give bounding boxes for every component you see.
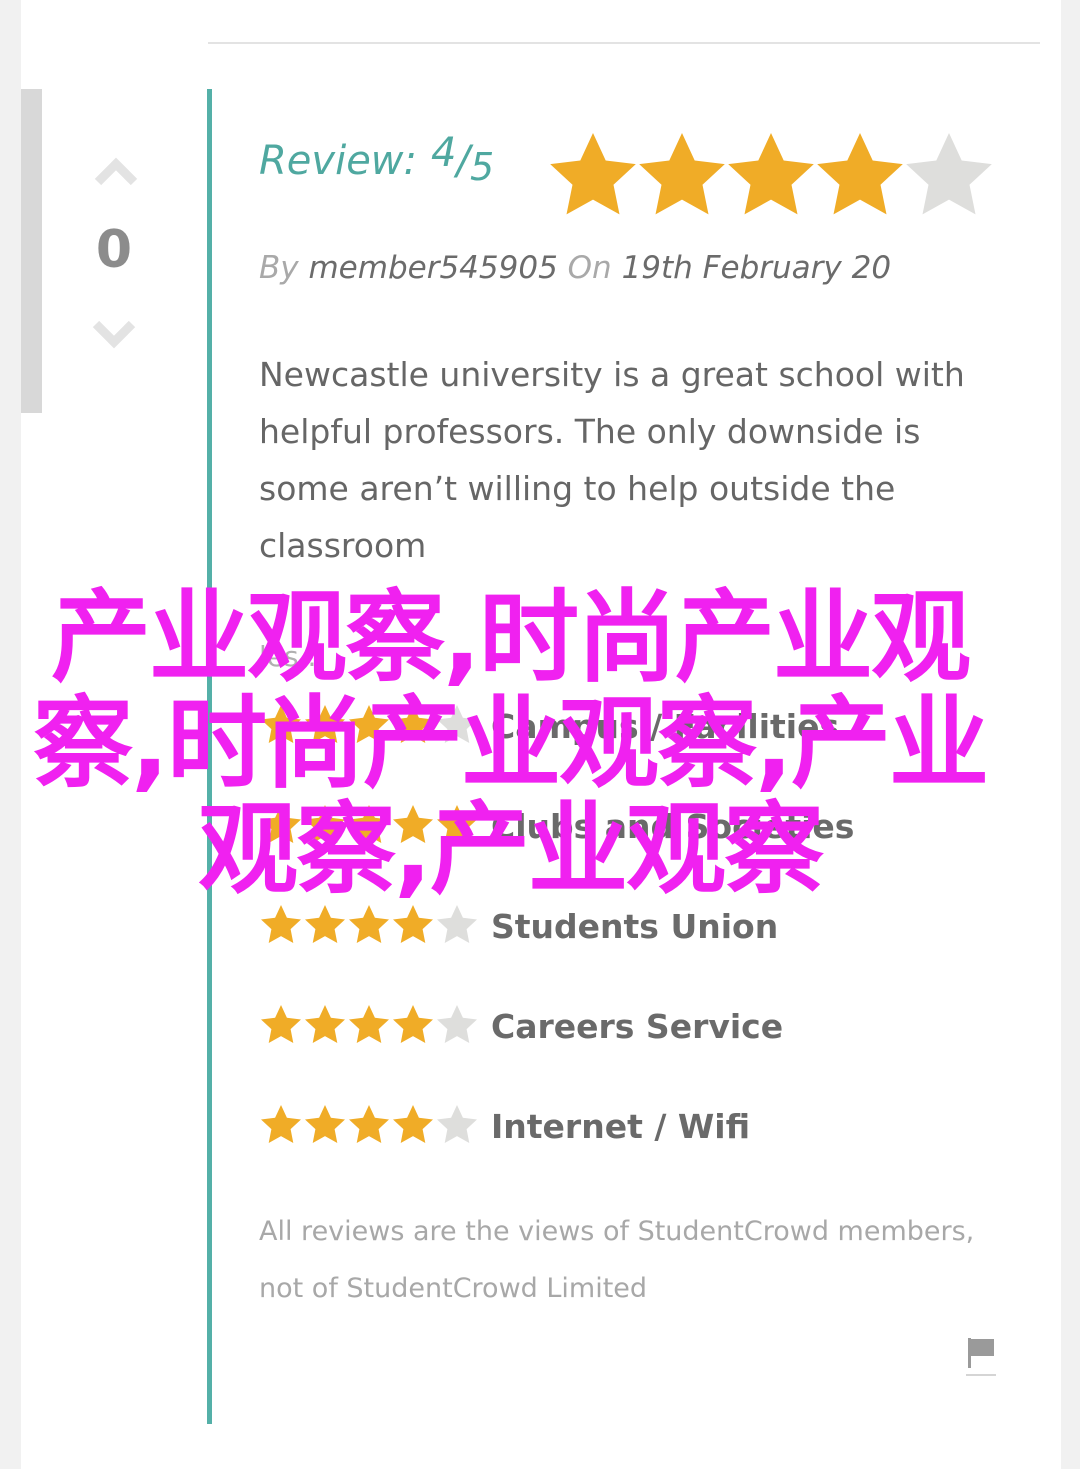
star-icon [349,1105,389,1143]
chevron-up-icon [94,157,138,186]
star-icon [437,1005,477,1043]
watermark-overlay: 产业观察,时尚产业观察,时尚产业观察,产业观察,产业观察 [33,579,989,908]
star-icon [393,905,433,943]
category-row-careers: Careers Service [259,1003,999,1053]
review-slash: / [456,138,470,184]
star-icon [437,1105,477,1143]
category-label: Internet / Wifi [491,1107,751,1146]
star-icon [349,905,389,943]
review-body: Newcastle university is a great school w… [259,355,965,565]
star-icon [305,905,345,943]
category-label: Students Union [491,907,779,946]
star-icon [728,133,814,215]
vote-bar [21,89,42,413]
downvote-button[interactable] [90,316,138,356]
star-icon [349,1005,389,1043]
vote-count: 0 [95,220,133,280]
upvote-button[interactable] [92,150,140,190]
date-prefix: On [567,250,612,286]
star-icon [393,1105,433,1143]
category-row-students-union: Students Union [259,903,999,953]
star-icon [261,1005,301,1043]
review-label: Review: [259,138,417,184]
review-date: 19th February 20 [621,250,892,286]
star-icon [305,1005,345,1043]
review-max: 5 [469,145,495,189]
review-score: 4 [431,130,457,176]
review-meta: By member545905 On 19th February 20 [259,250,891,286]
divider [208,42,1040,44]
star-icon [550,133,636,215]
star-icon [639,133,725,215]
author-name[interactable]: member545905 [308,250,557,286]
chevron-down-icon [92,320,136,349]
star-icon [437,905,477,943]
overall-star-rating [550,133,992,215]
star-icon [393,1005,433,1043]
category-star-rating [261,1105,477,1143]
star-icon [261,905,301,943]
disclaimer: All reviews are the views of StudentCrow… [259,1216,975,1304]
star-icon [261,1105,301,1143]
flag-icon [966,1338,996,1376]
star-icon [906,133,992,215]
star-icon [305,1105,345,1143]
category-star-rating [261,1005,477,1043]
category-star-rating [261,905,477,943]
review-score-heading: Review: 4/5 [259,130,495,198]
author-prefix: By [259,250,299,286]
category-label: Careers Service [491,1007,784,1046]
report-button[interactable] [962,1334,998,1380]
star-icon [817,133,903,215]
category-row-internet: Internet / Wifi [259,1103,999,1153]
